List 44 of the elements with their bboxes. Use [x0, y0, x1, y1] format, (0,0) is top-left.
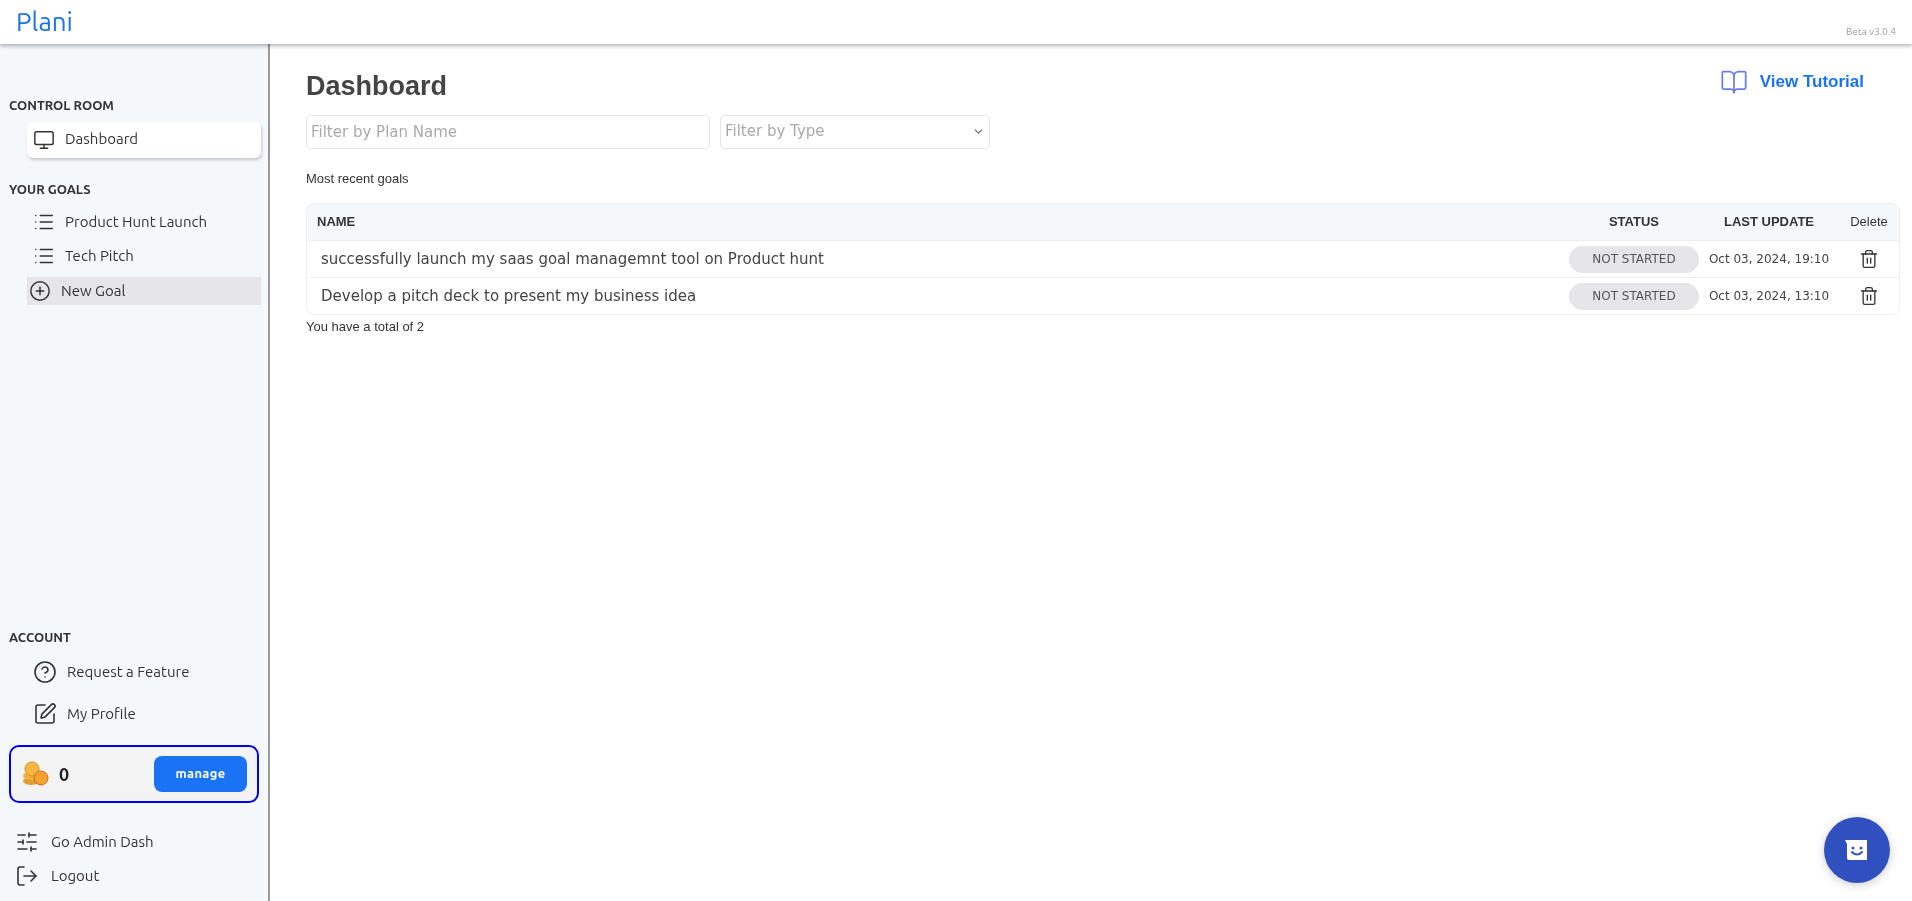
column-header: NAME: [316, 213, 357, 232]
section-heading: ACCOUNT: [9, 628, 72, 646]
delete-button[interactable]: [1858, 285, 1880, 307]
app-logo[interactable]: Plani: [16, 2, 73, 42]
tutorial-link[interactable]: View Tutorial: [1719, 68, 1864, 96]
column-header: STATUS: [1607, 213, 1661, 232]
help-icon: [33, 660, 57, 684]
sidebar-item[interactable]: Product Hunt Launch: [27, 205, 261, 239]
plus-circle-icon: [29, 280, 51, 302]
section-subtitle: Most recent goals: [306, 169, 410, 188]
logout-icon: [15, 864, 39, 888]
pencil-square-icon: [33, 702, 57, 726]
plan-name-filter[interactable]: Filter by Plan Name: [306, 114, 710, 149]
status-badge: NOT STARTED: [1569, 282, 1699, 310]
sidebar-item[interactable]: New Goal: [27, 277, 261, 305]
coins-icon: [21, 761, 49, 787]
trash-icon: [1859, 286, 1879, 306]
monitor-icon: [33, 128, 55, 151]
last-update-cell-text: Oct 03, 2024, 19:10: [1707, 251, 1831, 268]
book-icon: [1719, 68, 1748, 96]
sidebar-item[interactable]: Logout: [15, 859, 259, 893]
sidebar-item[interactable]: Tech Pitch: [27, 239, 261, 273]
smiley-chat-icon: [1845, 838, 1869, 862]
trash-icon: [1859, 249, 1879, 269]
status-badge: NOT STARTED: [1569, 245, 1699, 273]
goal-name-cell[interactable]: Develop a pitch deck to present my business idea: [307, 284, 1569, 308]
sliders-icon: [15, 830, 39, 854]
page-title: Dashboard: [306, 70, 448, 103]
goals-total: You have a total of 2: [306, 318, 426, 336]
sidebar-item[interactable]: Request a Feature: [33, 651, 259, 693]
sidebar-item[interactable]: Dashboard: [27, 121, 261, 158]
column-header: Delete: [1849, 213, 1889, 232]
last-update-cell-text: Oct 03, 2024, 13:10: [1707, 288, 1831, 305]
delete-button[interactable]: [1858, 248, 1880, 270]
manage-button[interactable]: manage: [154, 756, 247, 792]
version-label: Beta v3.0.4: [1846, 25, 1896, 39]
section-heading: CONTROL ROOM: [9, 97, 115, 114]
sidebar-item[interactable]: My Profile: [33, 693, 259, 735]
goal-name-cell[interactable]: successfully launch my saas goal managemnt tool on Product hunt: [307, 247, 1569, 271]
column-header: LAST UPDATE: [1722, 213, 1815, 232]
section-heading: YOUR GOALS: [9, 180, 92, 198]
chat-button[interactable]: [1824, 817, 1890, 883]
coin-balance: 0: [59, 762, 70, 786]
sidebar-item[interactable]: Go Admin Dash: [15, 825, 259, 859]
